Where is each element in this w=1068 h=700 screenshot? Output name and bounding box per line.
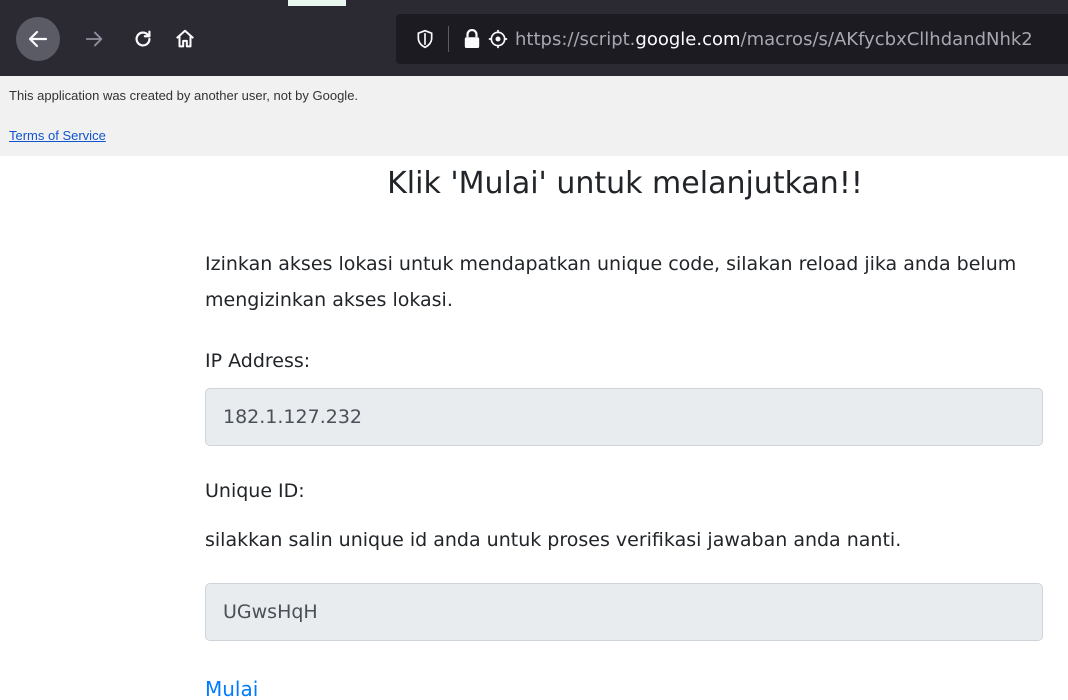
url-domain: google.com: [635, 28, 741, 50]
location-instructions: Izinkan akses lokasi untuk mendapatkan u…: [205, 253, 1017, 311]
reload-button[interactable]: [121, 17, 165, 61]
warning-note: This application was created by another …: [9, 88, 359, 103]
lock-icon[interactable]: [459, 26, 485, 52]
url-separator: [448, 26, 449, 52]
home-button[interactable]: [163, 17, 207, 61]
active-tab-edge: [288, 0, 346, 6]
forward-button[interactable]: [72, 17, 116, 61]
unique-id-help-text: silakkan salin unique id anda untuk pros…: [205, 529, 902, 551]
location-permission-icon[interactable]: [485, 26, 511, 52]
reload-icon: [135, 30, 151, 47]
unique-id-field[interactable]: UGwsHqH: [205, 583, 1043, 641]
tracking-protection-shield-icon[interactable]: [412, 26, 438, 52]
ip-address-label: IP Address:: [205, 350, 311, 372]
browser-toolbar: https://script.google.com/macros/s/AKfyc…: [0, 0, 1068, 76]
start-link[interactable]: Mulai: [205, 677, 258, 700]
apps-script-warning-banner: This application was created by another …: [0, 76, 1068, 156]
unique-id-label: Unique ID:: [205, 480, 305, 502]
terms-of-service-link[interactable]: Terms of Service: [9, 128, 106, 143]
ip-address-field[interactable]: 182.1.127.232: [205, 388, 1043, 446]
form-container: Izinkan akses lokasi untuk mendapatkan u…: [205, 246, 1043, 700]
arrow-left-icon: [28, 30, 48, 48]
address-bar[interactable]: https://script.google.com/macros/s/AKfyc…: [396, 14, 1068, 64]
home-icon: [176, 29, 194, 48]
arrow-right-icon: [85, 31, 103, 47]
url-text[interactable]: https://script.google.com/macros/s/AKfyc…: [515, 29, 1033, 50]
back-button[interactable]: [16, 17, 60, 61]
page-title: Klik 'Mulai' untuk melanjutkan!!: [387, 166, 863, 201]
